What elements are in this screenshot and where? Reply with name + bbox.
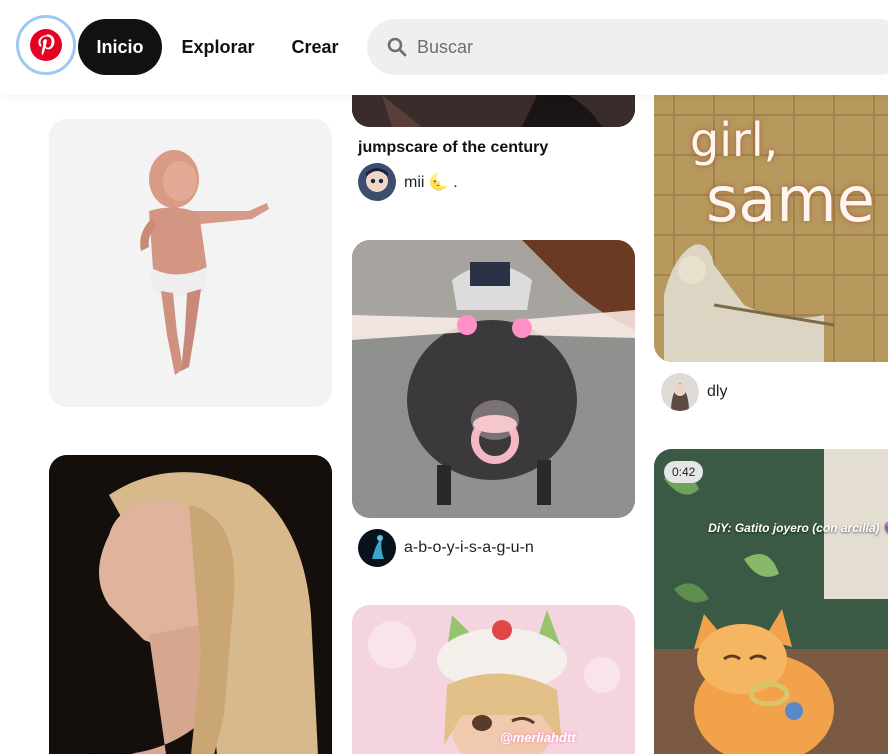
pinterest-logo-button[interactable] [16,15,76,75]
search-input[interactable] [415,35,819,59]
nav-home-button[interactable]: Inicio [78,19,162,75]
avatar [358,529,396,567]
pin-pig-pacifier-image [352,240,635,518]
pin-doll-avatar[interactable]: @merliahdtt [352,605,635,754]
video-duration-badge: 0:42 [664,461,704,483]
pin-jumpscare-author[interactable]: mii 🌜 . [358,163,458,201]
pin-kitten-video-image [654,449,888,754]
pin-celebrity-portrait-image [49,455,332,754]
avatar [358,163,396,201]
video-caption: DiY: Gatito joyero (con arcilla) 💜 [708,521,888,535]
pin-jumpscare-username: mii 🌜 . [404,174,458,191]
pin-kitten-video[interactable]: 0:42 DiY: Gatito joyero (con arcilla) 💜 [654,449,888,754]
pin-jumpscare-title[interactable]: jumpscare of the century [358,139,548,157]
pin-girl-same-meme[interactable]: girl, same [654,95,888,362]
pin-pig-pacifier[interactable] [352,240,635,518]
nav-home-label: Inicio [96,36,144,57]
search-icon [387,37,407,57]
search-bar[interactable] [367,19,888,75]
pin-dancing-baby[interactable] [49,119,332,407]
pinterest-home: Inicio Explorar Crear Buscar jumpscare o… [0,0,888,754]
pin-girl-same-text-line1: girl, [690,113,779,167]
pin-celebrity-portrait[interactable] [49,455,332,754]
nav-create-label: Crear [291,36,339,57]
pin-doll-avatar-image [352,605,635,754]
pin-pig-author[interactable]: a-b-o-y-i-s-a-g-u-n [358,529,534,567]
pin-doll-watermark: @merliahdtt [500,730,576,745]
avatar [661,373,699,411]
pin-girl-same-text-line2: same [706,163,875,236]
nav-explore-button[interactable]: Explorar [168,19,268,75]
pin-girl-same-username: dly [707,383,728,400]
pin-pig-username: a-b-o-y-i-s-a-g-u-n [404,539,534,556]
pinterest-logo-icon [30,29,62,61]
top-nav-bar: Inicio Explorar Crear [0,0,888,95]
nav-create-button[interactable]: Crear [280,19,350,75]
pin-dancing-baby-image [140,150,269,375]
nav-explore-label: Explorar [181,36,255,57]
pin-girl-same-author[interactable]: dly [661,373,727,411]
